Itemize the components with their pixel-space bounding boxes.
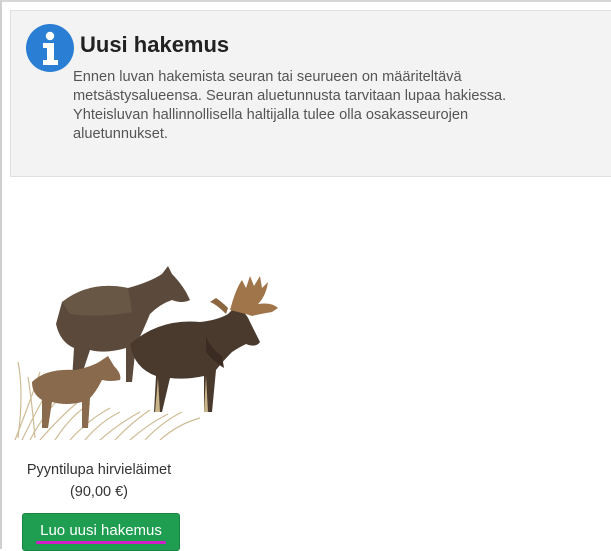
notice-text: Ennen luvan hakemista seuran tai seuruee…: [73, 68, 593, 144]
create-application-button[interactable]: Luo uusi hakemus: [22, 513, 180, 551]
notice-line: Yhteisluvan hallinnollisella haltijalla …: [73, 107, 469, 123]
create-application-text: Luo uusi hakemus: [40, 522, 162, 539]
create-application-label: Luo uusi hakemus: [36, 514, 166, 548]
product-price: (90,00 €): [69, 484, 129, 500]
notice-line: metsästysalueensa. Seuran aluetunnusta t…: [73, 88, 507, 104]
product-name: Pyyntilupa hirvieläimet: [26, 462, 172, 478]
page-frame: Uusi hakemus Ennen luvan hakemista seura…: [0, 0, 611, 551]
notice-title: Uusi hakemus: [80, 32, 230, 57]
info-icon: [26, 24, 74, 72]
notice-line: aluetunnukset.: [73, 126, 168, 142]
highlight-underline: [36, 541, 166, 544]
moose-illustration: [14, 266, 278, 440]
notice-line: Ennen luvan hakemista seuran tai seuruee…: [73, 69, 462, 85]
